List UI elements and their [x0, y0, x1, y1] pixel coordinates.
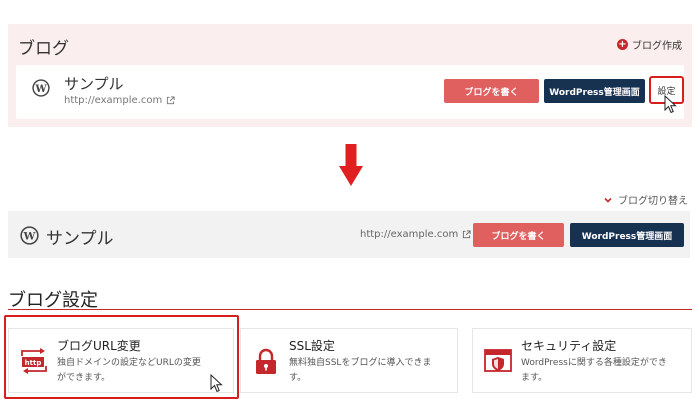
card-title: セキュリティ設定: [521, 339, 617, 353]
shield-browser-icon: [484, 349, 512, 372]
wordpress-admin-button[interactable]: WordPress管理画面: [570, 223, 684, 247]
create-blog-link[interactable]: + ブログ作成: [617, 37, 682, 52]
highlight-frame: [4, 315, 239, 399]
switch-blog-link[interactable]: ブログ切り替え: [604, 192, 688, 207]
lock-icon: [256, 348, 276, 374]
wordpress-icon: W: [32, 79, 50, 97]
chevron-down-icon: [604, 197, 612, 203]
wordpress-admin-button[interactable]: WordPress管理画面: [544, 79, 645, 103]
current-blog-url-link[interactable]: http://example.com: [360, 229, 471, 240]
current-blog-url-text: http://example.com: [360, 229, 459, 240]
page-title: ブログ: [18, 39, 69, 59]
down-arrow-icon: [339, 144, 363, 186]
section-divider: [8, 309, 692, 310]
external-link-icon: [167, 96, 175, 105]
svg-text:W: W: [34, 84, 47, 95]
card-description: WordPressに関する各種設定ができ ます。: [521, 358, 667, 383]
blog-panel: ブログ + ブログ作成 W サンプル http://example.com ブロ…: [8, 24, 692, 127]
card-title: SSL設定: [289, 339, 335, 353]
current-blog-name: サンプル: [46, 229, 114, 249]
ssl-settings-card[interactable]: SSL設定 無料独自SSLをブログに導入できま す。: [240, 328, 458, 393]
mouse-cursor-icon: [210, 374, 223, 393]
blog-row: W サンプル http://example.com ブログを書く WordPre…: [16, 65, 684, 119]
create-blog-label: ブログ作成: [632, 41, 682, 52]
plus-circle-icon: +: [617, 39, 628, 50]
blog-url-link[interactable]: http://example.com: [64, 95, 175, 106]
svg-text:W: W: [23, 230, 36, 242]
blog-url-text: http://example.com: [64, 95, 163, 106]
mouse-cursor-icon: [664, 95, 677, 114]
write-blog-button[interactable]: ブログを書く: [473, 223, 564, 247]
security-settings-card[interactable]: セキュリティ設定 WordPressに関する各種設定ができ ます。: [472, 328, 692, 393]
write-blog-button[interactable]: ブログを書く: [444, 79, 539, 103]
blog-name: サンプル: [64, 75, 124, 93]
current-blog-bar: W サンプル http://example.com ブログを書く WordPre…: [8, 211, 690, 258]
wordpress-icon: W: [20, 226, 39, 245]
external-link-icon: [463, 230, 471, 239]
switch-blog-label: ブログ切り替え: [618, 196, 688, 207]
card-description: 無料独自SSLをブログに導入できま す。: [289, 358, 432, 383]
